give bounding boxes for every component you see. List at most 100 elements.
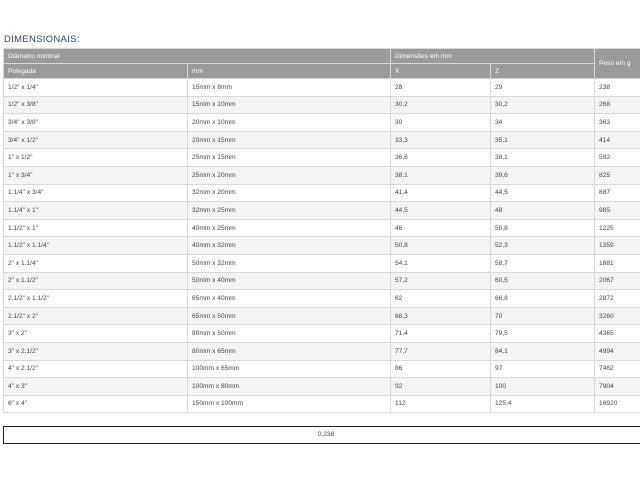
cell-x: 38,1 bbox=[390, 165, 492, 185]
cell-mm: 20mm x 15mm bbox=[186, 130, 392, 150]
cell-peso: 414 bbox=[594, 130, 640, 150]
cell-z: 52,3 bbox=[490, 236, 596, 255]
cell-z: 66,8 bbox=[490, 289, 596, 308]
table-row: 3" x 2" 80mm x 50mm 71,4 79,5 4365 bbox=[3, 324, 640, 343]
header-peso: Peso em g bbox=[594, 48, 640, 79]
cell-mm: 40mm x 25mm bbox=[186, 218, 392, 238]
cell-polegada: 4" x 2.1/2" bbox=[3, 359, 188, 379]
cell-x: 50,8 bbox=[390, 236, 492, 255]
cell-x: 86 bbox=[390, 359, 492, 379]
table-row: 2" x 1.1/2" 50mm x 40mm 57,2 60,5 2067 bbox=[3, 271, 640, 291]
cell-mm: 20mm x 10mm bbox=[186, 113, 392, 132]
cell-z: 50,8 bbox=[490, 218, 596, 238]
table-row: 1" x 1/2" 25mm x 15mm 36,6 38,1 592 bbox=[3, 148, 640, 167]
cell-polegada: 1.1/4" x 1" bbox=[3, 201, 188, 220]
table-row: 2" x 1.1/4" 50mm x 32mm 54,1 58,7 1881 bbox=[3, 253, 640, 273]
cell-peso: 2872 bbox=[594, 289, 640, 308]
cell-mm: 80mm x 50mm bbox=[186, 324, 392, 343]
cell-x: 36,6 bbox=[390, 148, 492, 167]
table-row: 3/4" x 3/8" 20mm x 10mm 30 34 363 bbox=[3, 113, 640, 132]
cell-mm: 50mm x 32mm bbox=[186, 253, 392, 273]
cell-mm: 100mm x 80mm bbox=[186, 377, 392, 396]
cell-peso: 887 bbox=[594, 183, 640, 203]
cell-peso: 2067 bbox=[594, 271, 640, 291]
cell-polegada: 2.1/2" x 1.1/2" bbox=[3, 289, 188, 308]
cell-x: 30 bbox=[390, 113, 492, 132]
cell-x: 41,4 bbox=[390, 183, 492, 203]
cell-polegada: 1" x 1/2" bbox=[3, 148, 188, 167]
table-body: 1/2" x 1/4" 15mm x 8mm 28 29 238 1/2" x 3/8" 1… bbox=[3, 78, 640, 414]
cell-polegada: 1/2" x 3/8" bbox=[3, 95, 188, 115]
header-z: Z bbox=[490, 63, 596, 79]
cell-z: 30,2 bbox=[490, 95, 596, 115]
cell-x: 71,4 bbox=[390, 324, 492, 343]
table-row: 2.1/2" x 2" 65mm x 50mm 68,3 70 3260 bbox=[3, 306, 640, 326]
cell-polegada: 2.1/2" x 2" bbox=[3, 306, 188, 326]
cell-peso: 363 bbox=[594, 113, 640, 132]
cell-z: 58,7 bbox=[490, 253, 596, 273]
cell-z: 79,5 bbox=[490, 324, 596, 343]
table-row: 1.1/4" x 3/4" 32mm x 20mm 41,4 44,5 887 bbox=[3, 183, 640, 203]
table-row: 3" x 2.1/2" 80mm x 65mm 77,7 84,1 4994 bbox=[3, 341, 640, 361]
cell-polegada: 6" x 4" bbox=[3, 394, 188, 414]
cell-polegada: 2" x 1.1/4" bbox=[3, 253, 188, 273]
dimensions-table: Diâmetro nominal Dimensões em mm Peso em… bbox=[2, 48, 640, 414]
cell-x: 92 bbox=[390, 377, 492, 396]
cell-peso: 592 bbox=[594, 148, 640, 167]
cell-polegada: 3/4" x 1/2" bbox=[3, 130, 188, 150]
table-row: 1" x 3/4" 25mm x 20mm 38,1 39,6 825 bbox=[3, 165, 640, 185]
table-row: 1.1/4" x 1" 32mm x 25mm 44,5 48 985 bbox=[3, 201, 640, 220]
table-row: 4" x 3" 100mm x 80mm 92 100 7904 bbox=[3, 377, 640, 396]
table-row: 2.1/2" x 1.1/2" 65mm x 40mm 62 66,8 2872 bbox=[3, 289, 640, 308]
table-row: 1.1/2" x 1" 40mm x 25mm 46 50,8 1225 bbox=[3, 218, 640, 238]
header-mm: mm bbox=[186, 63, 392, 79]
cell-mm: 65mm x 50mm bbox=[186, 306, 392, 326]
header-dimensoes: Dimensões em mm bbox=[390, 48, 596, 64]
cell-polegada: 1.1/4" x 3/4" bbox=[3, 183, 188, 203]
cell-z: 70 bbox=[490, 306, 596, 326]
cell-polegada: 1/2" x 1/4" bbox=[3, 78, 188, 97]
cell-peso: 1225 bbox=[594, 218, 640, 238]
cell-mm: 25mm x 15mm bbox=[186, 148, 392, 167]
cell-z: 60,5 bbox=[490, 271, 596, 291]
cell-z: 100 bbox=[490, 377, 596, 396]
cell-peso: 268 bbox=[594, 95, 640, 115]
cell-z: 39,6 bbox=[490, 165, 596, 185]
table-row: 3/4" x 1/2" 20mm x 15mm 33,3 35,1 414 bbox=[3, 130, 640, 150]
cell-peso: 985 bbox=[594, 201, 640, 220]
cell-x: 30,2 bbox=[390, 95, 492, 115]
table-row: 4" x 2.1/2" 100mm x 65mm 86 97 7462 bbox=[3, 359, 640, 379]
cell-polegada: 4" x 3" bbox=[3, 377, 188, 396]
table-row: 1/2" x 3/8" 15mm x 10mm 30,2 30,2 268 bbox=[3, 95, 640, 115]
cell-z: 29 bbox=[490, 78, 596, 97]
cell-mm: 50mm x 40mm bbox=[186, 271, 392, 291]
cell-peso: 1881 bbox=[594, 253, 640, 273]
cell-x: 28 bbox=[390, 78, 492, 97]
cell-peso: 238 bbox=[594, 78, 640, 97]
table-row: 1.1/2" x 1.1/4" 40mm x 32mm 50,8 52,3 1359 bbox=[3, 236, 640, 255]
cell-x: 33,3 bbox=[390, 130, 492, 150]
cell-z: 125,4 bbox=[490, 394, 596, 414]
cell-mm: 15mm x 8mm bbox=[186, 78, 392, 97]
cell-peso: 825 bbox=[594, 165, 640, 185]
cell-polegada: 1.1/2" x 1" bbox=[3, 218, 188, 238]
cell-mm: 32mm x 25mm bbox=[186, 201, 392, 220]
cell-z: 97 bbox=[490, 359, 596, 379]
cell-x: 62 bbox=[390, 289, 492, 308]
header-x: X bbox=[390, 63, 492, 79]
section-title: DIMENSIONAIS: bbox=[4, 34, 80, 45]
cell-polegada: 2" x 1.1/2" bbox=[3, 271, 188, 291]
cell-peso: 7904 bbox=[594, 377, 640, 396]
cell-z: 44,5 bbox=[490, 183, 596, 203]
cell-mm: 150mm x 100mm bbox=[186, 394, 392, 414]
cell-x: 77,7 bbox=[390, 341, 492, 361]
cell-peso: 3260 bbox=[594, 306, 640, 326]
cell-peso: 16920 bbox=[594, 394, 640, 414]
cell-polegada: 1.1/2" x 1.1/4" bbox=[3, 236, 188, 255]
cell-z: 84,1 bbox=[490, 341, 596, 361]
cell-peso: 4365 bbox=[594, 324, 640, 343]
cell-z: 34 bbox=[490, 113, 596, 132]
cell-mm: 25mm x 20mm bbox=[186, 165, 392, 185]
cell-z: 48 bbox=[490, 201, 596, 220]
footer-value-box: 0,238 bbox=[3, 426, 640, 444]
